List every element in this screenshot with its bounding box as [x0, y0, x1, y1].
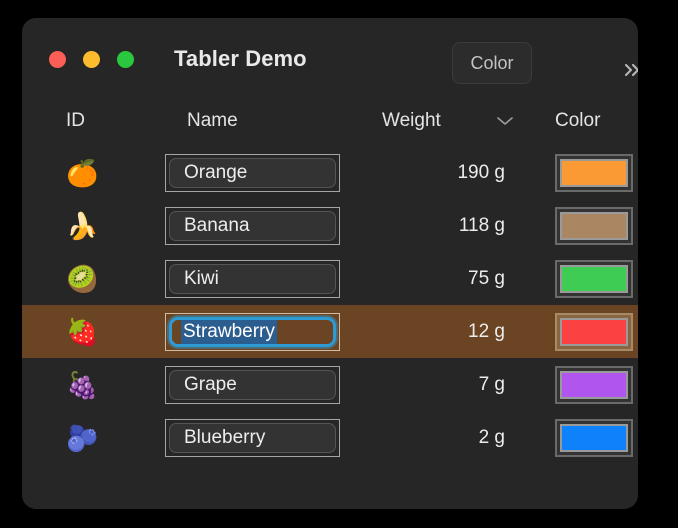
row-name-cell: Orange [165, 146, 360, 199]
color-swatch-fill [562, 425, 626, 450]
row-name-cell: Kiwi [165, 252, 360, 305]
row-id-cell: 🫐 [44, 411, 164, 464]
color-swatch-ring [560, 423, 628, 452]
table-row[interactable]: 🍌 Banana 118 g [22, 199, 638, 252]
row-color-cell [555, 305, 637, 358]
banana-emoji: 🍌 [66, 210, 99, 241]
weight-value: 118 g [458, 214, 505, 236]
row-name-cell: Blueberry [165, 411, 360, 464]
fruit-table: ID Name Weight Color 🍊 Orange 190 g 🍌 Ba… [22, 96, 638, 464]
grape-emoji: 🍇 [66, 369, 99, 400]
color-swatch-ring [560, 211, 628, 240]
color-swatch-ring [560, 370, 628, 399]
color-swatch-ring [560, 264, 628, 293]
name-input-frame: Kiwi [165, 259, 340, 298]
row-color-cell [555, 199, 637, 252]
row-name-cell: Banana [165, 199, 360, 252]
color-swatch[interactable] [555, 259, 633, 298]
weight-value: 7 g [478, 373, 505, 395]
weight-value: 12 g [468, 320, 505, 342]
column-header-color[interactable]: Color [555, 96, 637, 146]
blueberry-emoji: 🫐 [66, 422, 99, 453]
table-row-selected[interactable]: 🍓 Strawberry 12 g [22, 305, 638, 358]
name-input-focused[interactable]: Strawberry [169, 316, 336, 347]
color-toolbar-button[interactable]: Color [452, 42, 532, 84]
column-header-weight-label: Weight [382, 110, 441, 131]
close-window-button[interactable] [49, 51, 66, 68]
color-swatch-ring [560, 317, 628, 346]
weight-value: 190 g [457, 161, 505, 183]
table-row[interactable]: 🍇 Grape 7 g [22, 358, 638, 411]
app-window: Tabler Demo Color ID Name Weight Color 🍊… [22, 18, 638, 509]
row-weight-cell: 118 g [360, 199, 527, 252]
maximize-window-button[interactable] [117, 51, 134, 68]
color-swatch[interactable] [555, 153, 633, 192]
traffic-light-group [49, 51, 134, 68]
name-input-value: Strawberry [181, 319, 277, 344]
minimize-window-button[interactable] [83, 51, 100, 68]
table-row[interactable]: 🥝 Kiwi 75 g [22, 252, 638, 305]
chevron-double-right-icon[interactable] [614, 56, 638, 84]
table-row[interactable]: 🫐 Blueberry 2 g [22, 411, 638, 464]
color-swatch-fill [562, 213, 626, 238]
row-weight-cell: 190 g [360, 146, 527, 199]
weight-value: 75 g [468, 267, 505, 289]
row-name-cell: Strawberry [165, 305, 360, 358]
color-swatch[interactable] [555, 312, 633, 351]
column-header-color-label: Color [555, 110, 601, 131]
chevron-down-icon[interactable] [490, 96, 520, 146]
color-swatch[interactable] [555, 418, 633, 457]
name-input-value: Blueberry [184, 426, 266, 448]
name-input-frame: Blueberry [165, 418, 340, 457]
name-input[interactable]: Banana [169, 210, 336, 241]
column-header-id[interactable]: ID [44, 96, 164, 146]
row-color-cell [555, 252, 637, 305]
row-id-cell: 🍇 [44, 358, 164, 411]
column-header-name[interactable]: Name [165, 96, 360, 146]
row-color-cell [555, 146, 637, 199]
row-id-cell: 🍊 [44, 146, 164, 199]
color-swatch[interactable] [555, 365, 633, 404]
name-input-frame: Orange [165, 153, 340, 192]
orange-emoji: 🍊 [66, 157, 99, 188]
name-input[interactable]: Orange [169, 157, 336, 188]
row-weight-cell: 75 g [360, 252, 527, 305]
color-swatch[interactable] [555, 206, 633, 245]
name-input-frame: Grape [165, 365, 340, 404]
row-weight-cell: 7 g [360, 358, 527, 411]
table-header-row: ID Name Weight Color [22, 96, 638, 146]
window-title: Tabler Demo [174, 46, 307, 71]
color-toolbar-button-label: Color [470, 52, 514, 73]
name-input-value: Kiwi [184, 267, 219, 289]
name-input-frame: Banana [165, 206, 340, 245]
row-name-cell: Grape [165, 358, 360, 411]
table-row[interactable]: 🍊 Orange 190 g [22, 146, 638, 199]
name-input-value: Banana [184, 214, 250, 236]
strawberry-emoji: 🍓 [66, 316, 99, 347]
name-input[interactable]: Kiwi [169, 263, 336, 294]
name-input-value: Orange [184, 161, 248, 183]
row-color-cell [555, 411, 637, 464]
color-swatch-fill [562, 266, 626, 291]
weight-value: 2 g [478, 426, 505, 448]
row-weight-cell: 12 g [360, 305, 527, 358]
name-input-frame: Strawberry [165, 312, 340, 351]
window-titlebar: Tabler Demo Color [22, 18, 638, 96]
name-input[interactable]: Blueberry [169, 422, 336, 453]
row-id-cell: 🥝 [44, 252, 164, 305]
name-input[interactable]: Grape [169, 369, 336, 400]
row-id-cell: 🍌 [44, 199, 164, 252]
kiwi-emoji: 🥝 [66, 263, 99, 294]
column-header-id-label: ID [66, 110, 85, 131]
color-swatch-fill [562, 372, 626, 397]
row-id-cell: 🍓 [44, 305, 164, 358]
column-header-name-label: Name [187, 110, 238, 131]
color-swatch-fill [562, 319, 626, 344]
row-color-cell [555, 358, 637, 411]
color-swatch-ring [560, 158, 628, 187]
name-input-value: Grape [184, 373, 237, 395]
color-swatch-fill [562, 160, 626, 185]
row-weight-cell: 2 g [360, 411, 527, 464]
